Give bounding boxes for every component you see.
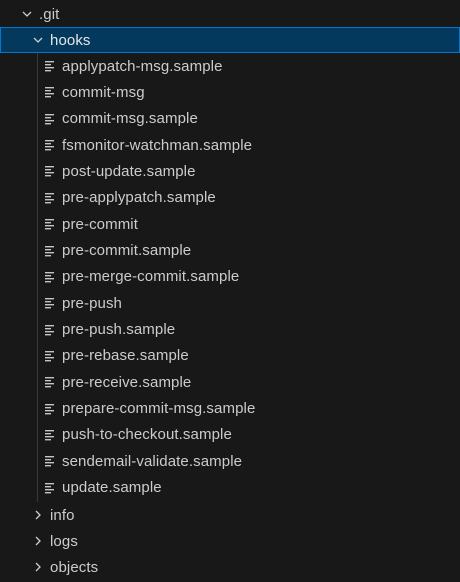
file-label: sendemail-validate.sample	[62, 452, 243, 470]
file-item[interactable]: pre-push.sample	[0, 317, 460, 343]
file-lines-icon	[44, 113, 56, 125]
file-label: update.sample	[62, 479, 162, 497]
file-item[interactable]: pre-commit.sample	[0, 238, 460, 264]
folder-label: .git	[39, 5, 60, 23]
folder-hooks[interactable]: hooks	[0, 27, 460, 53]
file-lines-icon	[44, 192, 56, 204]
file-item[interactable]: pre-merge-commit.sample	[0, 264, 460, 290]
file-label: post-update.sample	[62, 162, 196, 180]
file-lines-icon	[44, 455, 56, 467]
file-label: pre-push	[62, 294, 123, 312]
chevron-right-icon	[31, 508, 45, 522]
file-lines-icon	[44, 297, 56, 309]
file-label: pre-rebase.sample	[62, 347, 189, 365]
folder-objects[interactable]: objects	[0, 554, 460, 580]
folder-label: objects	[50, 558, 99, 576]
file-label: pre-push.sample	[62, 321, 176, 338]
folder-label: info	[50, 506, 75, 524]
folder-git[interactable]: .git	[0, 1, 460, 27]
file-lines-icon	[44, 350, 56, 362]
file-item[interactable]: commit-msg.sample	[0, 106, 460, 132]
file-item[interactable]: pre-receive.sample	[0, 369, 460, 395]
chevron-right-icon	[31, 560, 45, 574]
file-lines-icon	[44, 429, 56, 441]
file-lines-icon	[44, 403, 56, 415]
file-item[interactable]: push-to-checkout.sample	[0, 422, 460, 448]
file-lines-icon	[44, 376, 56, 388]
file-item[interactable]: pre-applypatch.sample	[0, 185, 460, 211]
file-lines-icon	[44, 482, 56, 494]
chevron-right-icon	[31, 534, 45, 548]
file-label: pre-applypatch.sample	[62, 189, 216, 207]
file-item[interactable]: pre-commit	[0, 211, 460, 237]
chevron-down-icon	[20, 7, 34, 21]
file-lines-icon	[44, 218, 56, 230]
file-item[interactable]: pre-rebase.sample	[0, 343, 460, 369]
file-lines-icon	[44, 165, 56, 177]
file-lines-icon	[44, 60, 56, 72]
folder-info[interactable]: info	[0, 502, 460, 528]
file-item[interactable]: update.sample	[0, 475, 460, 501]
file-explorer-tree: .git hooks applypatch-msg.sample commit-m…	[0, 0, 460, 582]
file-label: commit-msg	[62, 83, 145, 101]
file-item[interactable]: commit-msg	[0, 79, 460, 105]
file-item[interactable]: post-update.sample	[0, 158, 460, 184]
file-label: pre-commit	[62, 215, 139, 233]
file-label: pre-commit.sample	[62, 242, 192, 259]
file-label: pre-merge-commit.sample	[62, 268, 240, 286]
file-item[interactable]: fsmonitor-watchman.sample	[0, 132, 460, 158]
folder-label: hooks	[50, 31, 91, 49]
file-label: pre-receive.sample	[62, 373, 192, 391]
file-item[interactable]: applypatch-msg.sample	[0, 53, 460, 79]
file-lines-icon	[44, 271, 56, 283]
file-label: fsmonitor-watchman.sample	[62, 136, 253, 154]
folder-label: logs	[50, 532, 78, 550]
file-label: prepare-commit-msg.sample	[62, 400, 256, 418]
file-lines-icon	[44, 245, 56, 257]
file-item[interactable]: prepare-commit-msg.sample	[0, 396, 460, 422]
file-label: applypatch-msg.sample	[62, 57, 223, 75]
file-label: commit-msg.sample	[62, 110, 198, 128]
file-item[interactable]: sendemail-validate.sample	[0, 448, 460, 474]
chevron-down-icon	[31, 33, 45, 47]
file-item[interactable]: pre-push	[0, 290, 460, 316]
file-lines-icon	[44, 324, 56, 336]
folder-logs[interactable]: logs	[0, 528, 460, 554]
file-label: push-to-checkout.sample	[62, 426, 232, 444]
file-lines-icon	[44, 86, 56, 98]
file-lines-icon	[44, 139, 56, 151]
